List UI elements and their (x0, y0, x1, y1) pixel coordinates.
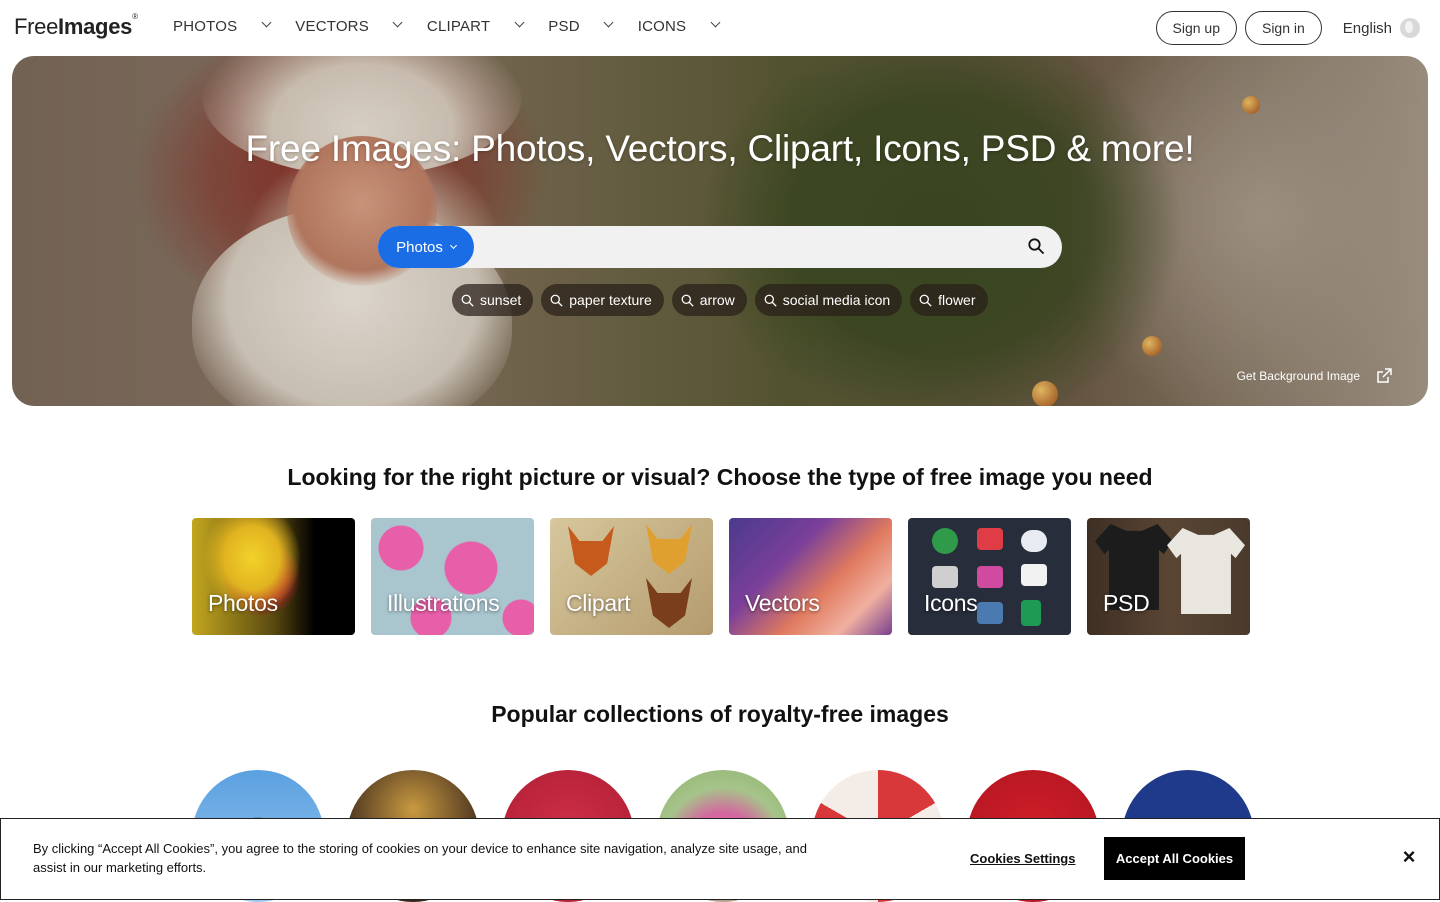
nav-psd-label: PSD (548, 18, 580, 35)
fox-illustration (568, 526, 614, 576)
external-link-icon (1377, 368, 1392, 383)
chevron-down-icon[interactable] (387, 21, 409, 32)
card-vectors[interactable]: Vectors (729, 518, 892, 635)
cookie-text: By clicking “Accept All Cookies”, you ag… (33, 841, 807, 875)
tag-label: paper texture (569, 292, 652, 308)
card-label: Photos (208, 590, 278, 616)
chevron-down-icon[interactable] (704, 21, 726, 32)
tag-social-media-icon[interactable]: social media icon (754, 284, 903, 316)
search-icon (681, 294, 694, 307)
nav-vectors[interactable]: VECTORS (295, 18, 427, 35)
search-bar: Photos (378, 226, 1062, 268)
calendar-icon (1021, 564, 1047, 586)
tag-flower[interactable]: flower (910, 284, 988, 316)
signin-button[interactable]: Sign in (1244, 11, 1322, 45)
get-background-image-link[interactable]: Get Background Image (1237, 368, 1392, 384)
card-illustrations[interactable]: Illustrations (371, 518, 534, 635)
auth-area: Sign up Sign in English (1155, 11, 1420, 45)
types-section-title: Looking for the right picture or visual?… (287, 464, 1153, 490)
chevron-down-icon[interactable] (508, 21, 530, 32)
hero-banner: Free Images: Photos, Vectors, Clipart, I… (12, 56, 1428, 406)
logo-text-images: Images (58, 14, 133, 39)
nav-clipart[interactable]: CLIPART (427, 18, 548, 35)
fox-illustration (646, 578, 692, 628)
nav-photos[interactable]: PHOTOS (173, 18, 295, 35)
card-psd[interactable]: PSD (1087, 518, 1250, 635)
nav-icons-label: ICONS (637, 18, 687, 35)
nav-psd[interactable]: PSD (548, 18, 637, 35)
tshirt-illustration (1167, 528, 1245, 614)
tag-paper-texture[interactable]: paper texture (541, 284, 664, 316)
search-icon (919, 294, 932, 307)
folder-icon (932, 566, 958, 588)
tag-label: social media icon (782, 292, 891, 308)
cloud-icon (1021, 530, 1047, 552)
hero-title: Free Images: Photos, Vectors, Clipart, I… (245, 128, 1195, 169)
card-label: Clipart (566, 590, 631, 616)
search-icon (550, 294, 563, 307)
bg-link-label: Get Background Image (1236, 369, 1360, 383)
search-icon (764, 294, 777, 307)
tag-sunset[interactable]: sunset (452, 284, 534, 316)
suggested-tags: sunset paper texture arrow social media … (452, 284, 996, 316)
globe-icon (1400, 18, 1420, 38)
tag-label: sunset (480, 292, 522, 308)
fox-illustration (646, 524, 692, 574)
chevron-down-icon (449, 241, 457, 249)
search-input[interactable] (478, 226, 1018, 268)
collections-section-title: Popular collections of royalty-free imag… (491, 701, 949, 727)
site-header: FreeImages® PHOTOS VECTORS CLIPART PSD I… (0, 0, 1440, 56)
photos-icon (977, 602, 1003, 624)
nav-photos-label: PHOTOS (173, 18, 238, 35)
card-photos[interactable]: Photos (192, 518, 355, 635)
card-label: Icons (924, 590, 978, 616)
document-icon (1021, 600, 1041, 626)
logo-registered-mark: ® (132, 12, 138, 21)
clock-icon (932, 528, 958, 554)
search-icon (461, 294, 474, 307)
language-selector[interactable]: English (1343, 18, 1420, 38)
chevron-down-icon[interactable] (255, 21, 277, 32)
search-type-label: Photos (396, 238, 443, 256)
accept-all-cookies-button[interactable]: Accept All Cookies (1104, 837, 1245, 880)
nav-clipart-label: CLIPART (426, 18, 491, 35)
freeimages-logo[interactable]: FreeImages® (14, 12, 138, 40)
card-clipart[interactable]: Clipart (550, 518, 713, 635)
close-icon[interactable]: × (1399, 846, 1419, 868)
language-label: English (1342, 19, 1392, 37)
tag-label: arrow (699, 292, 735, 308)
card-label: Illustrations (387, 590, 500, 616)
cookie-banner: By clicking “Accept All Cookies”, you ag… (0, 818, 1440, 900)
search-icon[interactable] (1028, 238, 1044, 254)
image-type-cards: Photos Illustrations Clipart Vectors Ico… (192, 518, 1266, 635)
logo-text-free: Free (14, 14, 59, 39)
media-icon (977, 566, 1003, 588)
nav-vectors-label: VECTORS (295, 18, 369, 35)
card-label: PSD (1103, 590, 1150, 616)
search-type-dropdown[interactable]: Photos (378, 226, 474, 268)
signup-button[interactable]: Sign up (1155, 11, 1237, 45)
cookies-settings-link[interactable]: Cookies Settings (970, 851, 1075, 866)
nav-icons[interactable]: ICONS (638, 18, 745, 35)
card-icons[interactable]: Icons (908, 518, 1071, 635)
card-label: Vectors (745, 590, 820, 616)
main-nav: PHOTOS VECTORS CLIPART PSD ICONS (173, 18, 744, 35)
tag-label: flower (938, 292, 976, 308)
tag-arrow[interactable]: arrow (671, 284, 747, 316)
mail-icon (977, 528, 1003, 550)
chevron-down-icon[interactable] (598, 21, 620, 32)
